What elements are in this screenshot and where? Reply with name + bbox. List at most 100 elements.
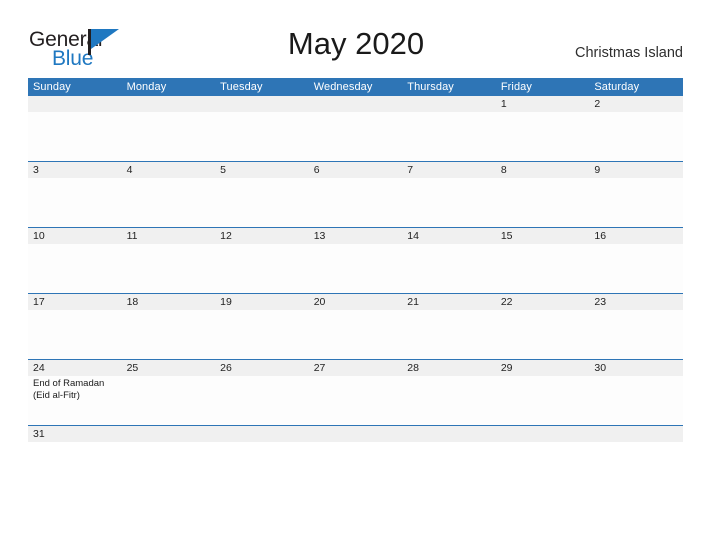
day-events[interactable] — [402, 376, 496, 425]
day-number[interactable] — [122, 96, 216, 112]
day-number[interactable]: 26 — [215, 360, 309, 376]
day-number[interactable]: 13 — [309, 228, 403, 244]
day-number[interactable] — [402, 426, 496, 442]
week-event-band — [28, 244, 683, 293]
day-events[interactable] — [402, 178, 496, 227]
calendar-grid: Sunday Monday Tuesday Wednesday Thursday… — [28, 78, 683, 447]
day-number[interactable]: 19 — [215, 294, 309, 310]
weekday-header-row: Sunday Monday Tuesday Wednesday Thursday… — [28, 78, 683, 96]
week-row: 10 11 12 13 14 15 16 — [28, 227, 683, 293]
day-events[interactable] — [122, 244, 216, 293]
day-number[interactable]: 30 — [589, 360, 683, 376]
day-events[interactable] — [589, 376, 683, 425]
day-number[interactable]: 5 — [215, 162, 309, 178]
day-number[interactable] — [589, 426, 683, 442]
day-events[interactable] — [309, 310, 403, 359]
day-number[interactable] — [28, 96, 122, 112]
week-event-band — [28, 178, 683, 227]
day-events[interactable] — [309, 376, 403, 425]
day-events[interactable] — [496, 178, 590, 227]
day-number[interactable] — [309, 96, 403, 112]
day-number[interactable] — [496, 426, 590, 442]
day-number[interactable]: 27 — [309, 360, 403, 376]
day-events[interactable] — [28, 112, 122, 161]
day-events[interactable]: End of Ramadan (Eid al-Fitr) — [28, 376, 122, 425]
day-events[interactable] — [122, 112, 216, 161]
day-number[interactable]: 1 — [496, 96, 590, 112]
day-events[interactable] — [309, 178, 403, 227]
week-row: 17 18 19 20 21 22 23 — [28, 293, 683, 359]
day-events[interactable] — [309, 244, 403, 293]
day-events[interactable] — [309, 112, 403, 161]
week-row: 1 2 — [28, 96, 683, 161]
day-events[interactable] — [402, 112, 496, 161]
day-number[interactable] — [215, 426, 309, 442]
day-events[interactable] — [496, 244, 590, 293]
weekday-sunday: Sunday — [33, 81, 71, 93]
week-event-band: End of Ramadan (Eid al-Fitr) — [28, 376, 683, 425]
day-number[interactable]: 24 — [28, 360, 122, 376]
day-number[interactable]: 22 — [496, 294, 590, 310]
day-events[interactable] — [215, 376, 309, 425]
day-number[interactable]: 10 — [28, 228, 122, 244]
week-row: 3 4 5 6 7 8 9 — [28, 161, 683, 227]
day-number[interactable]: 21 — [402, 294, 496, 310]
day-number[interactable]: 11 — [122, 228, 216, 244]
event-label: End of Ramadan — [33, 378, 105, 389]
day-events[interactable] — [28, 244, 122, 293]
day-events[interactable] — [589, 178, 683, 227]
day-events[interactable] — [122, 310, 216, 359]
day-number[interactable]: 2 — [589, 96, 683, 112]
day-events[interactable] — [215, 244, 309, 293]
event-label: (Eid al-Fitr) — [33, 389, 80, 401]
day-number[interactable]: 9 — [589, 162, 683, 178]
day-number[interactable]: 8 — [496, 162, 590, 178]
day-events[interactable] — [496, 310, 590, 359]
day-events[interactable] — [496, 376, 590, 425]
week-date-band: 3 4 5 6 7 8 9 — [28, 162, 683, 178]
week-row: 31 — [28, 425, 683, 447]
weekday-tuesday: Tuesday — [220, 81, 263, 93]
day-number[interactable]: 20 — [309, 294, 403, 310]
day-number[interactable]: 25 — [122, 360, 216, 376]
day-number[interactable]: 18 — [122, 294, 216, 310]
day-number[interactable] — [122, 426, 216, 442]
day-number[interactable]: 29 — [496, 360, 590, 376]
week-date-band: 1 2 — [28, 96, 683, 112]
day-events[interactable] — [402, 310, 496, 359]
day-number[interactable]: 3 — [28, 162, 122, 178]
week-date-band: 17 18 19 20 21 22 23 — [28, 294, 683, 310]
week-date-band: 24 25 26 27 28 29 30 — [28, 360, 683, 376]
week-date-band: 10 11 12 13 14 15 16 — [28, 228, 683, 244]
day-number[interactable]: 4 — [122, 162, 216, 178]
day-events[interactable] — [215, 310, 309, 359]
day-number[interactable]: 15 — [496, 228, 590, 244]
day-number[interactable] — [215, 96, 309, 112]
day-number[interactable]: 6 — [309, 162, 403, 178]
day-events[interactable] — [28, 310, 122, 359]
day-events[interactable] — [589, 112, 683, 161]
day-events[interactable] — [589, 310, 683, 359]
day-events[interactable] — [402, 244, 496, 293]
day-number[interactable] — [402, 96, 496, 112]
weekday-monday: Monday — [126, 81, 167, 93]
day-events[interactable] — [496, 112, 590, 161]
weekday-wednesday: Wednesday — [313, 81, 373, 93]
day-number[interactable]: 31 — [28, 426, 122, 442]
day-events[interactable] — [215, 112, 309, 161]
day-number[interactable]: 14 — [402, 228, 496, 244]
day-number[interactable]: 28 — [402, 360, 496, 376]
week-row: 24 25 26 27 28 29 30 End of Ramadan (Eid … — [28, 359, 683, 425]
day-number[interactable]: 12 — [215, 228, 309, 244]
day-events[interactable] — [215, 178, 309, 227]
day-number[interactable]: 23 — [589, 294, 683, 310]
day-number[interactable] — [309, 426, 403, 442]
day-number[interactable]: 17 — [28, 294, 122, 310]
day-events[interactable] — [122, 376, 216, 425]
day-events[interactable] — [122, 178, 216, 227]
day-number[interactable]: 16 — [589, 228, 683, 244]
day-events[interactable] — [28, 178, 122, 227]
week-event-band — [28, 112, 683, 161]
day-events[interactable] — [589, 244, 683, 293]
day-number[interactable]: 7 — [402, 162, 496, 178]
